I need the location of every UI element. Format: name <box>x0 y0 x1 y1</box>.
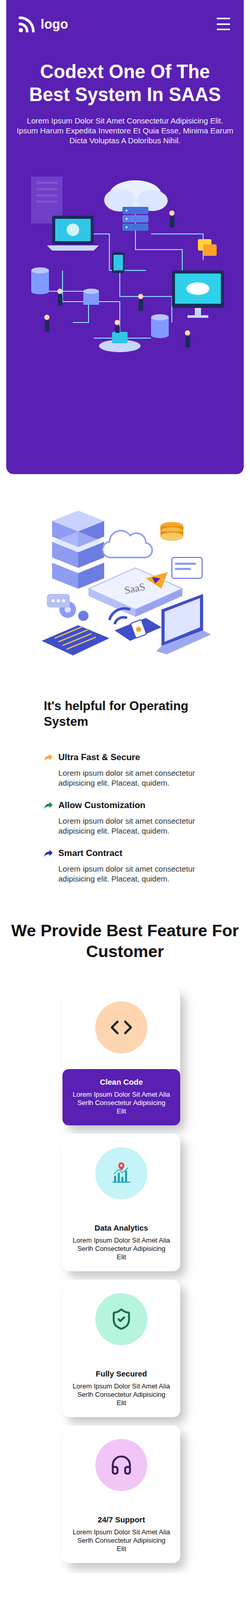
feature-card[interactable]: Fully Secured Lorem Ipsum Dolor Sit Amet … <box>62 1279 181 1417</box>
feature-icon-circle <box>95 1146 148 1199</box>
benefit-item: Allow Customization Lorem ipsum dolor sit… <box>47 800 230 836</box>
top-bar: logo <box>15 14 235 34</box>
feature-text: Lorem Ipsum Dolor Sit Amet Alia Serlh Co… <box>71 1381 171 1407</box>
menu-line <box>216 23 231 25</box>
benefit-text: Lorem ipsum dolor sit amet consectetur a… <box>58 767 230 788</box>
curved-arrow-icon <box>43 753 54 762</box>
headset-icon <box>109 1453 133 1477</box>
feature-card-body: 24/7 Support Lorem Ipsum Dolor Sit Amet A… <box>62 1506 181 1563</box>
benefit-head: Ultra Fast & Secure <box>43 752 230 763</box>
feature-icon-circle <box>95 1292 148 1345</box>
hero-title: Codext One Of The Best System In SAAS <box>26 60 224 107</box>
saas-illustration: SaaS <box>31 500 219 678</box>
menu-line <box>216 17 231 20</box>
benefit-text: Lorem ipsum dolor sit amet consectetur a… <box>58 815 230 836</box>
hero-section: logo Codext One Of The Best System In SAA… <box>6 0 244 474</box>
code-icon <box>109 1015 133 1039</box>
about-heading: It's helpful for Operating System <box>43 697 216 730</box>
benefit-item: Ultra Fast & Secure Lorem ipsum dolor sit… <box>47 752 230 788</box>
feature-text: Lorem Ipsum Dolor Sit Amet Alia Serlh Co… <box>71 1527 171 1553</box>
feature-text: Lorem Ipsum Dolor Sit Amet Alia Serlh Co… <box>71 1235 171 1261</box>
cloud-network-illustration <box>15 166 235 370</box>
feature-card-list: Clean Code Lorem Ipsum Dolor Sit Amet Ali… <box>62 987 181 1563</box>
feature-text: Lorem Ipsum Dolor Sit Amet Alia Serlh Co… <box>71 1090 171 1116</box>
benefit-item: Smart Contract Lorem ipsum dolor sit amet… <box>47 847 230 884</box>
feature-card[interactable]: 24/7 Support Lorem Ipsum Dolor Sit Amet A… <box>62 1425 181 1563</box>
about-body: It's helpful for Operating System Ultra F… <box>0 677 250 884</box>
benefit-title: Smart Contract <box>58 847 123 859</box>
feature-card-body: Data Analytics Lorem Ipsum Dolor Sit Amet… <box>62 1214 181 1271</box>
shield-icon <box>109 1307 133 1331</box>
curved-arrow-icon <box>43 801 54 810</box>
feature-card[interactable]: Clean Code Lorem Ipsum Dolor Sit Amet Ali… <box>62 987 181 1125</box>
benefit-text: Lorem ipsum dolor sit amet consectetur a… <box>58 863 230 884</box>
benefit-head: Smart Contract <box>43 847 230 859</box>
feature-card[interactable]: Data Analytics Lorem Ipsum Dolor Sit Amet… <box>62 1133 181 1271</box>
benefit-head: Allow Customization <box>43 800 230 811</box>
saas-label: SaaS <box>123 580 147 596</box>
feature-icon-circle <box>95 1001 148 1054</box>
logo[interactable]: logo <box>17 14 69 34</box>
feature-title: Fully Secured <box>95 1368 147 1378</box>
about-section: SaaS It's helpful for Operating System Ult… <box>0 500 250 884</box>
feature-title: 24/7 Support <box>97 1514 146 1524</box>
menu-button[interactable] <box>216 17 233 31</box>
benefit-title: Allow Customization <box>58 800 146 811</box>
features-section: We Provide Best Feature For Customer Clea… <box>0 919 250 1563</box>
analytics-chart-icon <box>109 1160 134 1185</box>
features-heading: We Provide Best Feature For Customer <box>10 919 240 962</box>
feature-title: Clean Code <box>100 1077 144 1086</box>
logo-icon <box>17 14 37 34</box>
curved-arrow-icon <box>43 848 54 858</box>
benefit-title: Ultra Fast & Secure <box>58 752 141 763</box>
landing-page: logo Codext One Of The Best System In SAA… <box>0 0 250 1573</box>
feature-icon-circle <box>95 1438 148 1491</box>
logo-text: logo <box>40 16 69 32</box>
feature-title: Data Analytics <box>94 1222 149 1232</box>
hero-description: Lorem Ipsum Dolor Sit Amet Consectetur A… <box>15 115 235 146</box>
menu-line <box>216 28 231 31</box>
feature-card-body: Clean Code Lorem Ipsum Dolor Sit Amet Ali… <box>62 1068 181 1125</box>
feature-card-body: Fully Secured Lorem Ipsum Dolor Sit Amet … <box>62 1360 181 1417</box>
benefit-list: Ultra Fast & Secure Lorem ipsum dolor sit… <box>43 752 230 884</box>
